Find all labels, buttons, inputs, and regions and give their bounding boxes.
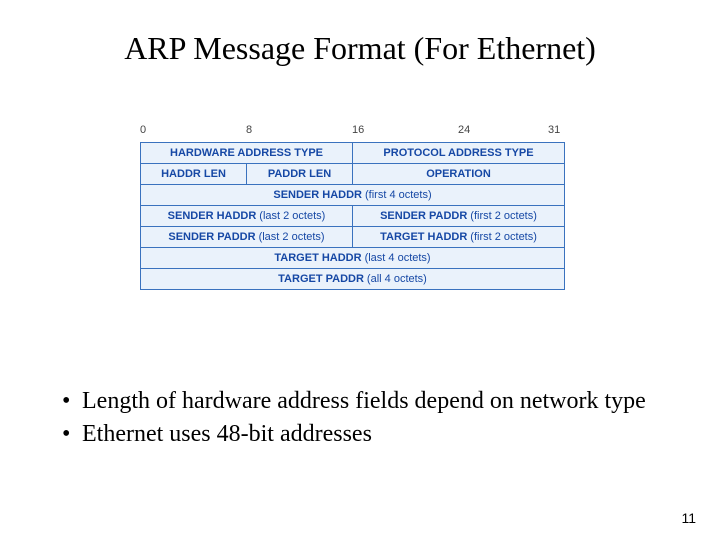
field-target-haddr-last4: TARGET HADDR (last 4 octets) — [140, 247, 565, 269]
field-operation: OPERATION — [352, 163, 565, 185]
field-label-bold: TARGET HADDR — [380, 232, 467, 243]
arp-table: HARDWARE ADDRESS TYPE PROTOCOL ADDRESS T… — [140, 142, 564, 289]
field-label-rest: (last 2 octets) — [259, 232, 325, 243]
field-label-rest: (all 4 octets) — [367, 274, 427, 285]
bit-label-16: 16 — [352, 124, 364, 136]
field-sender-haddr-first4: SENDER HADDR (first 4 octets) — [140, 184, 565, 206]
bullet-list: Length of hardware address fields depend… — [62, 386, 662, 451]
field-label-bold: SENDER HADDR — [168, 211, 257, 222]
field-label-rest: (last 2 octets) — [259, 211, 325, 222]
page-number: 11 — [681, 510, 696, 526]
bit-label-31: 31 — [548, 124, 560, 136]
field-protocol-address-type: PROTOCOL ADDRESS TYPE — [352, 142, 565, 164]
field-label-bold: SENDER HADDR — [273, 190, 362, 201]
field-label-rest: (first 4 octets) — [365, 190, 432, 201]
field-target-paddr-all4: TARGET PADDR (all 4 octets) — [140, 268, 565, 290]
bit-scale: 0 8 16 24 31 — [140, 124, 564, 142]
field-target-haddr-first2: TARGET HADDR (first 2 octets) — [352, 226, 565, 248]
page-title: ARP Message Format (For Ethernet) — [0, 30, 720, 67]
field-haddr-len: HADDR LEN — [140, 163, 247, 185]
bit-label-8: 8 — [246, 124, 252, 136]
field-label-bold: TARGET HADDR — [274, 253, 361, 264]
field-label-bold: SENDER PADDR — [168, 232, 255, 243]
bit-label-24: 24 — [458, 124, 470, 136]
bit-label-0: 0 — [140, 124, 146, 136]
arp-diagram: 0 8 16 24 31 HARDWARE ADDRESS TYPE PROTO… — [140, 124, 564, 289]
bullet-item-1: Length of hardware address fields depend… — [62, 386, 662, 417]
slide: ARP Message Format (For Ethernet) 0 8 16… — [0, 0, 720, 540]
field-label-rest: (first 2 octets) — [470, 211, 537, 222]
field-label-rest: (first 2 octets) — [470, 232, 537, 243]
field-label-bold: SENDER PADDR — [380, 211, 467, 222]
field-paddr-len: PADDR LEN — [246, 163, 353, 185]
field-hardware-address-type: HARDWARE ADDRESS TYPE — [140, 142, 353, 164]
field-sender-paddr-first2: SENDER PADDR (first 2 octets) — [352, 205, 565, 227]
bullet-item-2: Ethernet uses 48-bit addresses — [62, 419, 662, 450]
field-sender-paddr-last2: SENDER PADDR (last 2 octets) — [140, 226, 353, 248]
field-sender-haddr-last2: SENDER HADDR (last 2 octets) — [140, 205, 353, 227]
field-label-bold: TARGET PADDR — [278, 274, 364, 285]
field-label-rest: (last 4 octets) — [365, 253, 431, 264]
